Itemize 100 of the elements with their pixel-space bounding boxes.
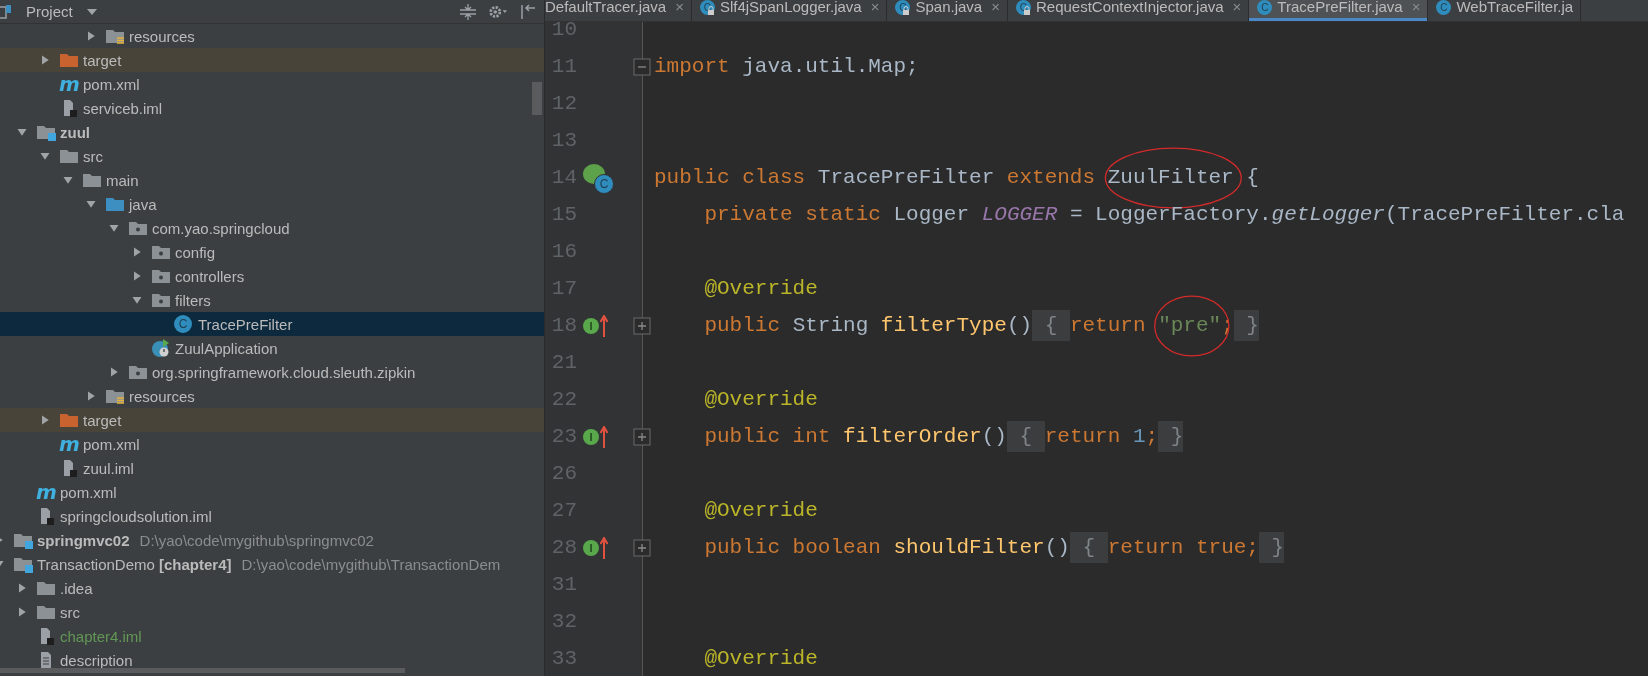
tree-item-label: zuul.iml: [83, 459, 134, 477]
tree-item[interactable]: filters: [0, 288, 544, 312]
collapsed-arrow-icon[interactable]: [16, 606, 28, 618]
tree-item-label: main: [106, 171, 139, 189]
scrollbar-thumb[interactable]: [532, 82, 542, 115]
tree-item[interactable]: java: [0, 192, 544, 216]
tree-item[interactable]: springcloudsolution.iml: [0, 504, 544, 528]
module-path: D:\yao\code\mygithub\springmvc02: [139, 531, 374, 549]
fold-expand-icon[interactable]: [633, 316, 651, 335]
expanded-arrow-icon[interactable]: [85, 198, 97, 210]
tree-item-label: resources: [129, 27, 195, 45]
code-line: public class TracePreFilter extends ZuulFilter {: [654, 165, 1259, 191]
tab-label: TracePreFilter.java: [1277, 0, 1403, 14]
tree-item[interactable]: zuul: [0, 120, 544, 144]
maven-icon: m: [59, 434, 79, 454]
tree-item[interactable]: TransactionDemo [chapter4] D:\yao\code\mygithub\TransactionDem: [0, 552, 544, 576]
tree-item[interactable]: description: [0, 648, 544, 672]
tree-item[interactable]: org.springframework.cloud.sleuth.zipkin: [0, 360, 544, 384]
panel-title[interactable]: Project: [26, 3, 73, 20]
code-line: @Override: [703, 646, 818, 672]
close-tab-button[interactable]: ×: [870, 0, 880, 15]
file-tab[interactable]: C TracePreFilter.java ×: [1249, 0, 1429, 21]
caret-icon[interactable]: [86, 8, 97, 15]
tree-item-label: target: [83, 51, 122, 69]
close-tab-button[interactable]: ×: [991, 0, 1000, 15]
fold-expand-icon[interactable]: [633, 538, 651, 557]
tree-item-label: src: [60, 603, 80, 621]
tree-item[interactable]: resources: [0, 24, 544, 48]
collapsed-arrow-icon[interactable]: [85, 390, 97, 402]
code-line: private static Logger LOGGER = LoggerFactory.getLogger(TracePreFilter.cla: [703, 202, 1625, 228]
tab-label: DefaultTracer.java: [545, 0, 667, 14]
code-line: import java.util.Map;: [654, 54, 919, 80]
file-tab[interactable]: DefaultTracer.java ×: [545, 0, 692, 21]
file-tab[interactable]: C WebTraceFilter.ja: [1428, 0, 1582, 21]
tree-item[interactable]: src: [0, 600, 544, 624]
code-line: public int filterOrder() { return 1; }: [654, 418, 1184, 455]
tree-item[interactable]: src: [0, 144, 544, 168]
tree-item-label: filters: [175, 291, 211, 309]
settings-icon[interactable]: [488, 3, 508, 20]
tree-item[interactable]: C TracePreFilter: [0, 312, 544, 336]
expanded-arrow-icon[interactable]: [108, 222, 120, 234]
collapsed-arrow-icon[interactable]: [39, 414, 51, 426]
tree-item[interactable]: main: [0, 168, 544, 192]
tree-item[interactable]: config: [0, 240, 544, 264]
tree-item[interactable]: ZuulApplication: [0, 336, 544, 360]
collapsed-arrow-icon[interactable]: [85, 30, 97, 42]
tree-item[interactable]: .idea: [0, 576, 544, 600]
class-icon: C: [174, 315, 192, 333]
tree-item[interactable]: m pom.xml: [0, 72, 544, 96]
tree-item-label: pom.xml: [83, 75, 140, 93]
collapsed-arrow-icon[interactable]: [131, 270, 143, 282]
module-path: D:\yao\code\mygithub\TransactionDem: [241, 555, 501, 573]
app-run-icon: [151, 338, 171, 358]
tree-item[interactable]: m pom.xml: [0, 480, 544, 504]
collapsed-arrow-icon[interactable]: [131, 246, 143, 258]
tree-item-label: zuul: [60, 123, 90, 141]
tree-item-label: TransactionDemo [chapter4]: [37, 555, 232, 573]
tree-item[interactable]: chapter4.iml: [0, 624, 544, 648]
expanded-arrow-icon[interactable]: [39, 150, 51, 162]
close-tab-button[interactable]: ×: [1232, 0, 1242, 15]
expanded-arrow-icon[interactable]: [16, 126, 28, 138]
code-line: public boolean shouldFilter() { return true; }: [654, 529, 1285, 566]
tree-item[interactable]: m pom.xml: [0, 432, 544, 456]
tree-item[interactable]: controllers: [0, 264, 544, 288]
tree-item-label: target: [83, 411, 122, 429]
tab-label: Span.java: [915, 0, 983, 14]
tree-item-label: TracePreFilter: [198, 315, 293, 333]
tab-label: WebTraceFilter.ja: [1456, 0, 1574, 14]
maven-icon: m: [36, 482, 56, 502]
tree-item[interactable]: target: [0, 48, 544, 72]
scrollbar-thumb[interactable]: [0, 668, 405, 673]
code-line: @Override: [703, 276, 818, 302]
collapsed-arrow-icon[interactable]: [39, 54, 51, 66]
tree-item-label: config: [175, 243, 216, 261]
hide-panel-icon[interactable]: [518, 3, 538, 20]
tree-item[interactable]: target: [0, 408, 544, 432]
collapse-all-icon[interactable]: [458, 3, 478, 20]
tree-item-label: java: [129, 195, 157, 213]
close-tab-button[interactable]: ×: [675, 0, 684, 15]
tree-item-label: chapter4.iml: [60, 627, 142, 645]
tree-item[interactable]: serviceb.iml: [0, 96, 544, 120]
tree-item[interactable]: com.yao.springcloud: [0, 216, 544, 240]
fold-collapse-icon[interactable]: [633, 57, 651, 76]
collapsed-arrow-icon[interactable]: [108, 366, 120, 378]
fold-expand-icon[interactable]: [633, 427, 651, 446]
tree-item-label: .idea: [60, 579, 93, 597]
tree-item-label: org.springframework.cloud.sleuth.zipkin: [152, 363, 416, 381]
tree-item[interactable]: springmvc02 D:\yao\code\mygithub\springmvc02: [0, 528, 544, 552]
collapsed-arrow-icon[interactable]: [16, 582, 28, 594]
tree-item[interactable]: resources: [0, 384, 544, 408]
tree-item-label: pom.xml: [83, 435, 140, 453]
code-line: @Override: [703, 387, 818, 413]
tree-item-label: src: [83, 147, 103, 165]
expanded-arrow-icon[interactable]: [131, 294, 143, 306]
tree-item-label: serviceb.iml: [83, 99, 163, 117]
tree-item[interactable]: zuul.iml: [0, 456, 544, 480]
project-icon: [0, 4, 14, 19]
maven-icon: m: [59, 74, 79, 94]
expanded-arrow-icon[interactable]: [62, 174, 74, 186]
tree-item-label: description: [60, 651, 133, 669]
